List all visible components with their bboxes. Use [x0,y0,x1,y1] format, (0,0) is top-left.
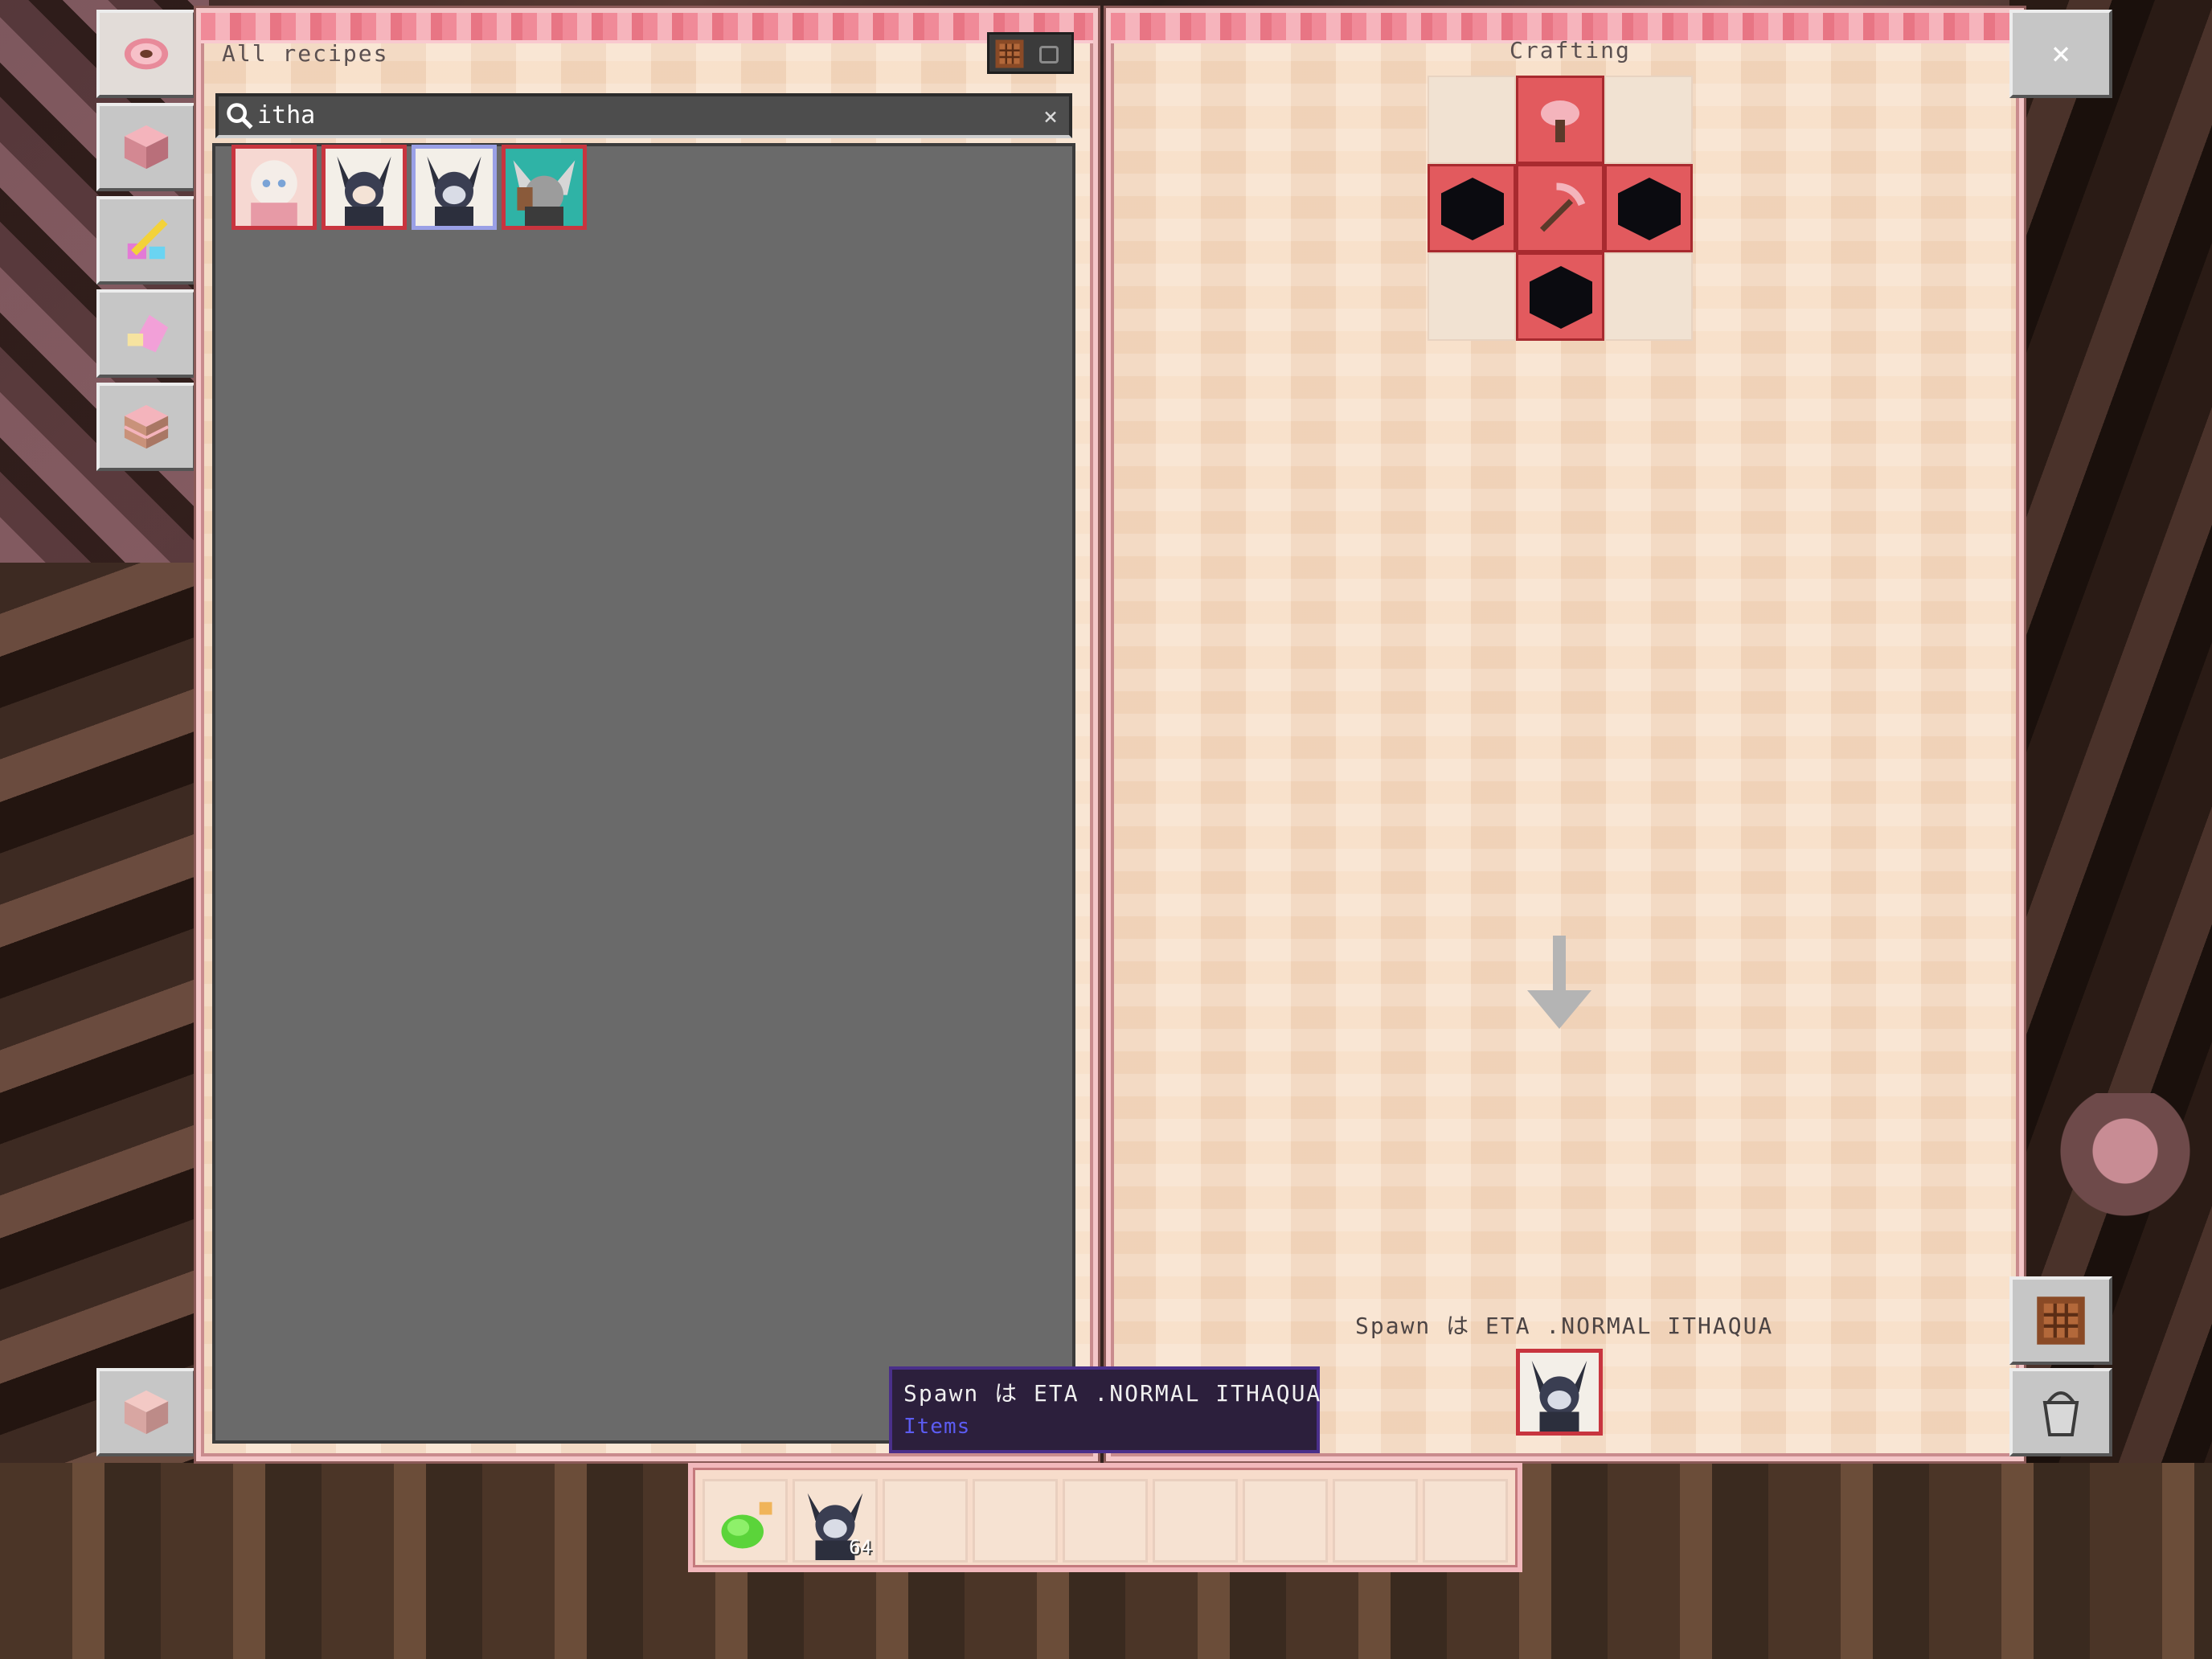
crafting-slot[interactable] [1516,252,1604,341]
tab-search[interactable] [96,10,196,98]
black-block-icon [1441,178,1504,240]
black-block-icon [1530,266,1592,329]
pink-block-icon [124,125,169,170]
tab-building[interactable] [96,103,196,191]
hotbar: 64 [688,1463,1522,1572]
hotbar-slot[interactable]: 64 [793,1479,878,1563]
item-count: 64 [849,1536,872,1559]
crafting-table-button[interactable] [2009,1276,2112,1365]
pink-item-icon [127,314,169,353]
panel-trim [201,13,1093,43]
recipe-results-area [212,143,1075,1444]
toggle-knob-icon [1039,46,1059,63]
arrow-down-icon [1527,936,1591,1029]
tooltip-title: Spawn は ETA .NORMAL ITHAQUA [903,1380,1322,1407]
close-button[interactable]: × [2009,10,2112,98]
tooltip-category: Items [903,1415,971,1439]
hotbar-slot[interactable] [1063,1479,1148,1563]
clear-search-icon[interactable]: × [1043,103,1058,131]
cake-block-icon [124,404,169,449]
hotbar-slot[interactable] [1423,1479,1508,1563]
search-input[interactable]: itha × [215,93,1072,138]
donut-icon [124,38,169,70]
crafting-slot[interactable] [1604,252,1693,341]
hotbar-slot[interactable] [1243,1479,1328,1563]
recipe-result-slot[interactable] [322,145,407,230]
mushroom-icon [1541,100,1579,142]
tab-misc[interactable] [96,289,196,378]
recipe-filter-toggle[interactable] [987,32,1074,74]
crafting-slot[interactable] [1516,76,1604,164]
hotbar-slot[interactable] [883,1479,968,1563]
green-potion-icon [721,1501,772,1549]
black-block-icon [1618,178,1681,240]
hotbar-slot[interactable] [973,1479,1058,1563]
ithaqua-icon [1520,1353,1599,1432]
tab-redstone[interactable] [96,383,196,471]
crafting-slot[interactable] [1428,252,1516,341]
crafting-slot[interactable] [1428,164,1516,252]
close-icon: × [2050,35,2071,72]
ithaqua-icon [326,149,403,226]
crafting-table-icon [2037,1296,2085,1345]
bucket-icon [2042,1391,2079,1436]
tools-icon [127,219,168,260]
world-tree-decoration [2009,1093,2202,1238]
tab-equipment[interactable] [96,196,196,285]
search-icon [227,103,253,129]
crafting-slot[interactable] [1604,164,1693,252]
crafting-table-icon [995,39,1024,68]
recipe-result-slot[interactable] [502,145,587,230]
crafting-slot[interactable] [1428,76,1516,164]
hotbar-slot[interactable] [1333,1479,1418,1563]
recipe-result-slot[interactable] [231,145,317,230]
item-tooltip: Spawn は ETA .NORMAL ITHAQUA Items [889,1366,1320,1453]
chibi-girl-icon [236,149,313,226]
search-value: itha [257,101,316,129]
hotbar-slot[interactable] [1153,1479,1238,1563]
crafting-slot[interactable] [1604,76,1693,164]
result-label: Spawn は ETA .NORMAL ITHAQUA [1355,1313,1774,1339]
ithaqua-icon [416,149,493,226]
crafting-output-slot[interactable] [1516,1349,1603,1436]
crafting-slot[interactable] [1516,164,1604,252]
crafting-title: Crafting [1509,37,1631,63]
ithaqua-grey-icon [506,149,583,226]
hotbar-slot[interactable] [703,1479,788,1563]
bucket-button[interactable] [2009,1368,2112,1456]
pink-cube-icon [124,1390,169,1435]
tab-bottom[interactable] [96,1368,196,1456]
recipe-result-slot-selected[interactable] [412,145,497,230]
pickaxe-icon [1539,182,1586,232]
recipe-book-title: All recipes [222,40,389,67]
